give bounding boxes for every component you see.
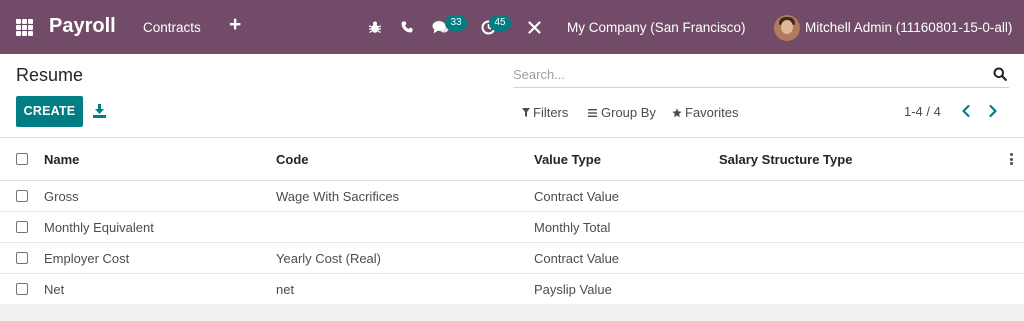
star-icon (672, 107, 682, 117)
table-row[interactable]: Net net Payslip Value (0, 274, 1024, 305)
user-menu[interactable]: Mitchell Admin (11160801-15-0-all) (805, 20, 1012, 35)
cell-name: Gross (44, 189, 79, 204)
chevron-left-icon[interactable] (959, 102, 973, 120)
cell-value-type: Contract Value (534, 189, 620, 204)
row-checkbox[interactable] (16, 252, 28, 264)
column-header-value-type[interactable]: Value Type (534, 152, 601, 167)
column-header-name[interactable]: Name (44, 152, 79, 167)
filter-icon (522, 108, 530, 117)
menu-new-button[interactable]: + (229, 14, 241, 35)
groupby-button[interactable]: Group By (588, 105, 656, 120)
create-button[interactable]: CREATE (16, 96, 83, 127)
groupby-label: Group By (601, 105, 656, 120)
company-switcher[interactable]: My Company (San Francisco) (567, 20, 746, 35)
menu-contracts[interactable]: Contracts (143, 20, 201, 35)
app-name[interactable]: Payroll (49, 15, 116, 38)
optional-columns-icon[interactable] (1010, 153, 1014, 165)
table-row[interactable]: Monthly Equivalent Monthly Total (0, 212, 1024, 243)
messages-count-badge: 33 (445, 15, 467, 31)
cell-code: net (276, 282, 295, 297)
pager-value[interactable]: 1-4 / 4 (904, 104, 941, 119)
filters-label: Filters (533, 105, 569, 120)
phone-icon[interactable] (401, 21, 413, 33)
search-icon[interactable] (993, 67, 1007, 81)
top-navbar: Payroll Contracts + 33 45 My Company (Sa… (0, 0, 1024, 54)
control-panel: Resume CREATE Filters Group By Favorites (0, 54, 1024, 138)
user-avatar[interactable] (774, 15, 800, 41)
activities-count-badge: 45 (489, 15, 511, 31)
groupby-icon (588, 108, 597, 117)
cell-value-type: Payslip Value (534, 282, 612, 297)
cell-code: Yearly Cost (Real) (276, 251, 382, 266)
favorites-button[interactable]: Favorites (672, 105, 738, 120)
favorites-label: Favorites (685, 105, 739, 120)
column-header-code[interactable]: Code (276, 152, 309, 167)
table-row[interactable]: Employer Cost Yearly Cost (Real) Contrac… (0, 243, 1024, 274)
table-row[interactable]: Gross Wage With Sacrifices Contract Valu… (0, 181, 1024, 212)
cell-name: Employer Cost (44, 251, 130, 266)
bug-icon[interactable] (368, 20, 382, 34)
row-checkbox[interactable] (16, 221, 28, 233)
search-box (513, 62, 1009, 88)
table-header: Name Code Value Type Salary Structure Ty… (0, 138, 1024, 181)
breadcrumb: Resume (16, 65, 84, 85)
column-header-salary-structure-type[interactable]: Salary Structure Type (719, 152, 852, 167)
list-footer-area (0, 304, 1024, 321)
cell-value-type: Contract Value (534, 251, 620, 266)
tools-icon[interactable] (528, 21, 541, 34)
cell-code: Wage With Sacrifices (276, 189, 400, 204)
search-input[interactable] (513, 62, 983, 86)
list-view: Name Code Value Type Salary Structure Ty… (0, 138, 1024, 305)
row-checkbox[interactable] (16, 283, 28, 295)
download-icon[interactable] (93, 104, 106, 118)
row-checkbox[interactable] (16, 190, 28, 202)
select-all-checkbox[interactable] (16, 153, 28, 165)
filters-button[interactable]: Filters (522, 105, 568, 120)
cell-value-type: Monthly Total (534, 220, 611, 235)
cell-name: Net (44, 282, 65, 297)
cell-name: Monthly Equivalent (44, 220, 154, 235)
chevron-right-icon[interactable] (986, 102, 1000, 120)
apps-menu-icon[interactable] (16, 19, 33, 36)
